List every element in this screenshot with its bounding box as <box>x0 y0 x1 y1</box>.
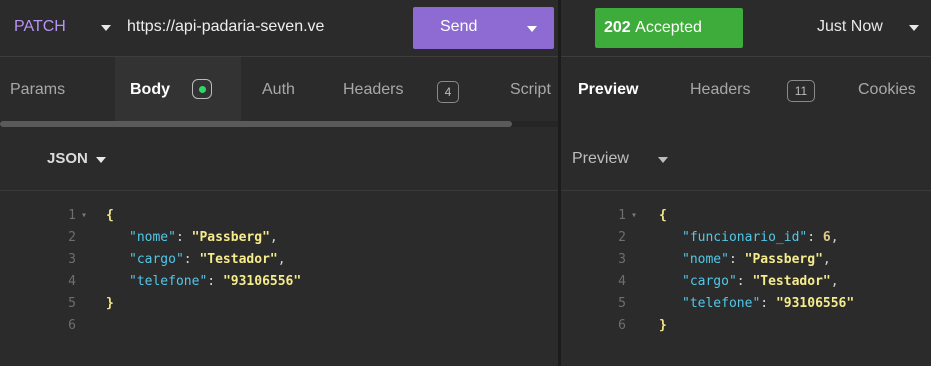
response-time-selector[interactable]: Just Now <box>817 18 883 36</box>
preview-mode-selector[interactable]: Preview <box>572 150 629 168</box>
request-tabs: Params Body Auth Headers 4 Script <box>0 57 558 127</box>
tab-params[interactable]: Params <box>10 81 65 99</box>
body-active-indicator-icon <box>192 79 212 99</box>
request-url-bar: PATCH https://api-padaria-seven.ve Send <box>0 0 558 57</box>
response-status-bar: 202 Accepted Just Now <box>561 0 931 57</box>
body-format-selector[interactable]: JSON <box>47 150 88 167</box>
preview-mode-bar: Preview <box>561 128 931 191</box>
response-headers-count-badge: 11 <box>787 80 815 102</box>
tab-headers[interactable]: Headers <box>343 81 403 99</box>
tab-cookies[interactable]: Cookies <box>858 81 916 99</box>
request-pane: PATCH https://api-padaria-seven.ve Send … <box>0 0 558 366</box>
tabs-scrollbar[interactable] <box>0 121 512 127</box>
status-badge: 202 Accepted <box>595 8 743 48</box>
chevron-down-icon[interactable] <box>909 25 919 31</box>
tab-preview[interactable]: Preview <box>578 81 638 99</box>
chevron-down-icon[interactable] <box>527 26 537 32</box>
tab-response-headers[interactable]: Headers <box>690 81 750 99</box>
headers-count-badge: 4 <box>437 81 459 103</box>
response-pane: 202 Accepted Just Now Preview Headers 11… <box>561 0 931 366</box>
send-button[interactable]: Send <box>413 7 554 49</box>
tab-script[interactable]: Script <box>510 81 551 99</box>
chevron-down-icon[interactable] <box>96 157 106 163</box>
body-format-bar: JSON <box>0 128 558 191</box>
response-tabs: Preview Headers 11 Cookies <box>561 57 931 179</box>
tab-body[interactable]: Body <box>130 81 170 99</box>
fold-icon[interactable]: ▾ <box>631 205 637 227</box>
chevron-down-icon[interactable] <box>658 157 668 163</box>
fold-icon[interactable]: ▾ <box>81 205 87 227</box>
chevron-down-icon[interactable] <box>101 25 111 31</box>
url-input[interactable]: https://api-padaria-seven.ve <box>127 18 413 36</box>
send-button-label: Send <box>440 18 478 35</box>
tab-auth[interactable]: Auth <box>262 81 295 99</box>
method-selector[interactable]: PATCH <box>14 18 66 36</box>
